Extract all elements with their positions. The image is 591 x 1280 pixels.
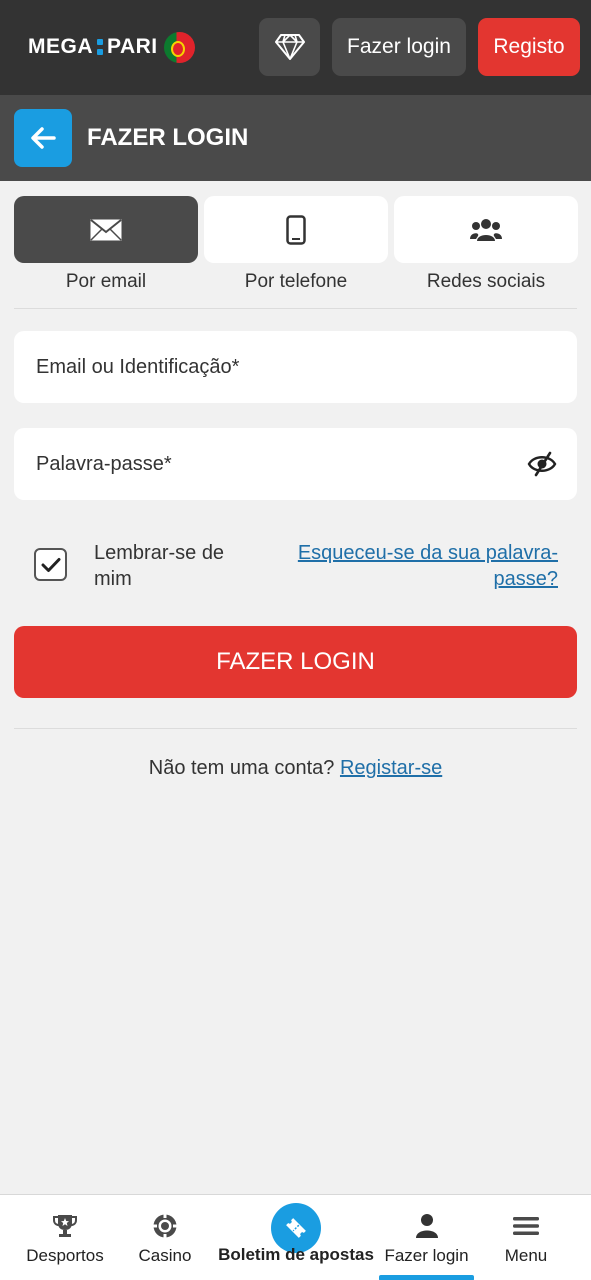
signup-prompt: Não tem uma conta? — [148, 757, 335, 779]
eye-slash-icon[interactable] — [527, 451, 557, 477]
users-icon — [470, 218, 502, 241]
page-title: FAZER LOGIN — [87, 124, 249, 151]
arrow-left-icon — [31, 127, 56, 149]
nav-label-sports: Desportos — [26, 1246, 104, 1265]
tab-phone[interactable] — [204, 196, 388, 263]
phone-icon — [286, 214, 306, 245]
trophy-icon — [53, 1215, 77, 1237]
email-field — [14, 331, 577, 403]
logo-text-left: MEGA — [28, 35, 93, 58]
divider — [14, 728, 577, 729]
vip-diamond-button[interactable] — [259, 18, 320, 76]
login-submit-button[interactable]: FAZER LOGIN — [14, 626, 577, 698]
top-header: MEGA PARI Fazer login Registo — [0, 0, 591, 95]
hamburger-icon — [513, 1217, 539, 1235]
page-header: FAZER LOGIN — [0, 95, 591, 181]
nav-item-menu[interactable]: Menu — [486, 1195, 566, 1280]
password-field — [14, 428, 577, 500]
forgot-password-link[interactable]: Esqueceu-se da sua palavra-passe? — [268, 540, 558, 592]
megapari-logo[interactable]: MEGA PARI — [28, 30, 195, 64]
logo-dots — [97, 39, 103, 55]
active-tab-indicator — [379, 1275, 474, 1280]
casino-chip-icon — [153, 1214, 177, 1238]
nav-label-casino: Casino — [138, 1246, 192, 1265]
user-icon — [415, 1214, 438, 1238]
tab-email[interactable] — [14, 196, 198, 263]
remember-me-label[interactable]: Lembrar-se de mim — [94, 540, 264, 592]
back-button[interactable] — [14, 109, 72, 167]
logo-text-right: PARI — [107, 35, 158, 58]
nav-label-login: Fazer login — [384, 1246, 469, 1265]
email-input[interactable] — [14, 331, 577, 403]
nav-item-sports[interactable]: Desportos — [20, 1195, 110, 1280]
tab-social[interactable] — [394, 196, 578, 263]
tab-social-label[interactable]: Redes sociais — [394, 271, 578, 293]
header-login-button[interactable]: Fazer login — [332, 18, 466, 76]
remember-me-checkbox[interactable] — [34, 548, 67, 581]
envelope-icon — [90, 218, 122, 241]
header-register-button[interactable]: Registo — [478, 18, 580, 76]
password-input[interactable] — [14, 428, 577, 500]
nav-item-casino[interactable]: Casino — [125, 1195, 205, 1280]
bottom-navigation: Desportos Casino Boletim de apostas Faze… — [0, 1194, 591, 1280]
register-link[interactable]: Registar-se — [340, 757, 442, 779]
signup-row: Não tem uma conta? Registar-se — [0, 757, 591, 780]
checkmark-icon — [41, 557, 60, 572]
bet-slip-label[interactable]: Boletim de apostas — [209, 1245, 383, 1265]
nav-label-menu: Menu — [504, 1246, 548, 1265]
diamond-icon — [274, 34, 305, 60]
tab-phone-label[interactable]: Por telefone — [204, 271, 388, 293]
tab-email-label[interactable]: Por email — [14, 271, 198, 293]
ticket-icon — [286, 1218, 306, 1238]
divider — [14, 308, 577, 309]
portugal-flag-icon[interactable] — [163, 31, 195, 63]
nav-item-login[interactable]: Fazer login — [379, 1195, 474, 1280]
